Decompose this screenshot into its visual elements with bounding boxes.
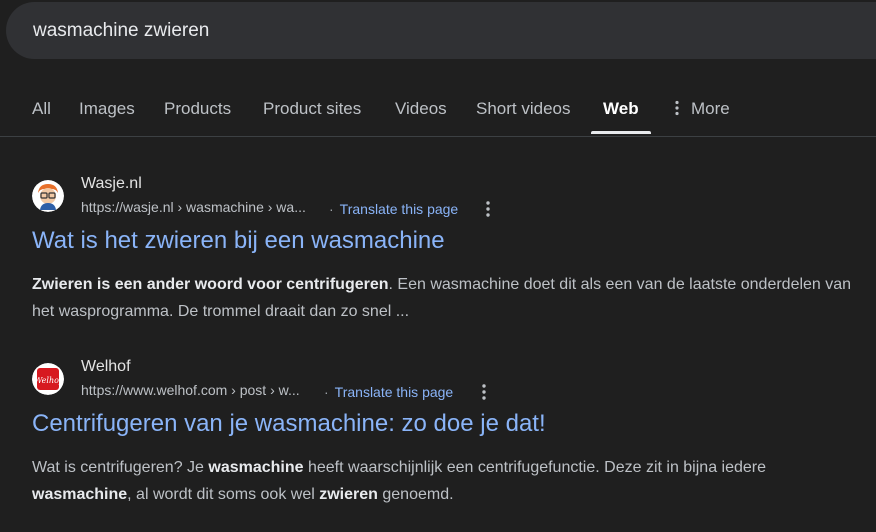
wasje-favicon-icon — [32, 180, 64, 212]
snippet-highlight: wasmachine — [32, 486, 128, 503]
result-options-icon[interactable] — [481, 383, 487, 401]
result-title-link[interactable]: Centrifugeren van je wasmachine: zo doe … — [32, 410, 546, 438]
tab-short-videos[interactable]: Short videos — [476, 99, 571, 119]
tab-images[interactable]: Images — [79, 99, 135, 119]
more-vertical-icon[interactable] — [675, 100, 679, 116]
site-url[interactable]: https://wasje.nl › wasmachine › wa... — [81, 199, 306, 215]
tab-videos[interactable]: Videos — [395, 99, 447, 119]
tab-product-sites[interactable]: Product sites — [263, 99, 361, 119]
result-options-icon[interactable] — [485, 200, 491, 218]
welhof-favicon-icon: Welhof — [32, 363, 64, 395]
snippet-highlight: wasmachine — [208, 459, 304, 476]
result-snippet: Wat is centrifugeren? Je wasmachine heef… — [32, 454, 852, 508]
site-url[interactable]: https://www.welhof.com › post › w... — [81, 382, 300, 398]
search-result: Welhof Welhof https://www.welhof.com › p… — [32, 358, 872, 503]
snippet-highlight: Zwieren is een ander woord voor centrifu… — [32, 276, 389, 293]
snippet-text: , al wordt dit soms ook wel — [127, 486, 320, 503]
translate-label[interactable]: Translate this page — [340, 201, 459, 217]
result-title-link[interactable]: Wat is het zwieren bij een wasmachine — [32, 227, 445, 255]
site-name[interactable]: Welhof — [81, 358, 131, 376]
snippet-text: genoemd. — [377, 486, 454, 503]
translate-link[interactable]: · Translate this page — [329, 201, 458, 217]
tab-products[interactable]: Products — [164, 99, 231, 119]
top-bar: wasmachine zwieren — [0, 0, 876, 70]
snippet-text: Wat is centrifugeren? Je — [32, 459, 209, 476]
search-result: Wasje.nl https://wasje.nl › wasmachine ›… — [32, 175, 872, 320]
snippet-highlight: zwieren — [319, 486, 378, 503]
tab-web[interactable]: Web — [603, 99, 639, 119]
snippet-text: heeft waarschijnlijk een centrifugefunct… — [303, 459, 767, 476]
tab-all[interactable]: All — [32, 99, 51, 119]
tab-more[interactable]: More — [691, 99, 730, 119]
search-tabs: All Images Products Product sites Videos… — [0, 88, 876, 137]
search-input[interactable]: wasmachine zwieren — [33, 20, 209, 42]
welhof-logo-text: Welhof — [34, 376, 64, 385]
active-tab-indicator — [591, 131, 651, 134]
search-box[interactable]: wasmachine zwieren — [6, 2, 876, 59]
translate-link[interactable]: · Translate this page — [324, 384, 453, 400]
result-snippet: Zwieren is een ander woord voor centrifu… — [32, 271, 852, 325]
site-name[interactable]: Wasje.nl — [81, 175, 142, 193]
translate-label[interactable]: Translate this page — [335, 384, 454, 400]
